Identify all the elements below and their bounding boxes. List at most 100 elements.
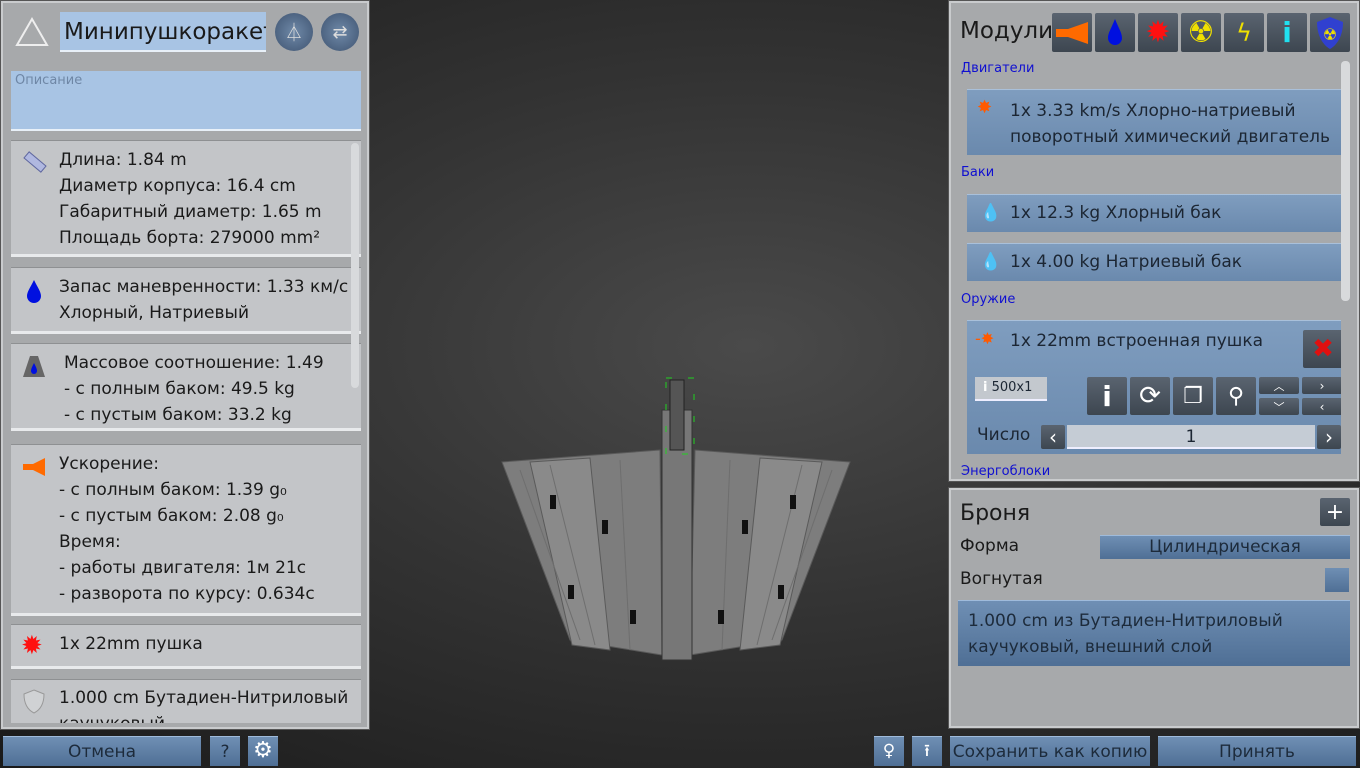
cannon-icon: -✸ [975,329,995,348]
delta-v-text: Запас маневренности: 1.33 км/с [59,277,349,297]
weapon-text: 1x 22mm пушка [59,634,203,654]
add-armor-button[interactable]: + [1320,498,1350,526]
weapon-burst-icon: ✹ [21,631,43,661]
stats-list[interactable]: Длина: 1.84 m Диаметр корпуса: 16.4 cm Г… [11,140,361,723]
modules-list[interactable]: Двигатели ✸ 1x 3.33 km/s Хлорно-натриевы… [951,58,1341,479]
tank-drop-icon [1108,18,1122,45]
swap-arrows-icon: ⇄ [332,21,348,43]
filter-info-button[interactable]: i [1267,13,1307,52]
chevron-left-icon: ‹ [1319,399,1325,414]
length-text: Длина: 1.84 m [59,150,187,170]
armor-layer-material: каучуковый, внешний слой [968,637,1213,657]
move-left-button[interactable]: ‹ [1302,398,1341,415]
svg-text:☢: ☢ [1323,25,1337,44]
radiation-icon: ☢ [1187,15,1215,50]
save-copy-button[interactable]: Сохранить как копию [950,736,1150,766]
section-tanks: Баки [961,165,995,180]
duplicate-button[interactable]: ❐ [1173,377,1213,415]
section-engines: Двигатели [961,61,1035,76]
swap-button[interactable]: ⇄ [321,13,359,51]
pin-button[interactable]: ♀ [874,736,904,766]
modules-panel: Модули ✹ ☢ ϟ i ☢ Двигатели ✸ 1x 3.33 km/… [949,1,1359,481]
add-part-button[interactable]: ⏃ [275,13,313,51]
zoom-button[interactable]: ⚲ [1216,377,1256,415]
help-button[interactable]: ? [210,736,240,766]
move-up-button[interactable]: ︿ [1259,377,1299,394]
triangle-icon[interactable] [15,17,49,47]
remove-module-button[interactable]: ✖ [1303,330,1341,368]
rotate-button[interactable]: ⟳ [1130,377,1170,415]
filter-reactors-button[interactable]: ☢ [1181,13,1221,52]
chevron-down-icon: ﹀ [1273,400,1285,414]
filter-tanks-button[interactable] [1095,13,1135,52]
upload-button[interactable]: ⭱ [912,736,942,766]
weapon-module-card[interactable]: -✸ 1x 22mm встроенная пушка ✖ i 500x1 i … [967,320,1341,454]
info-button[interactable]: i [1087,377,1127,415]
time-label: Время: [59,532,121,552]
engine-explosion-icon: ✸ [977,97,993,118]
shield-icon [23,689,45,714]
count-input[interactable]: 1 [1067,425,1315,449]
turn-time-text: - разворота по курсу: 0.634с [59,584,315,604]
count-label: Число [977,425,1031,445]
engine-name: 1x 3.33 km/s Хлорно-натриевый [1010,101,1296,121]
ammo-value: 500x1 [991,380,1033,395]
fuel-types-text: Хлорный, Натриевый [59,303,249,323]
weight-icon [23,356,45,377]
filter-weapons-button[interactable]: ✹ [1138,13,1178,52]
accept-button[interactable]: Принять [1158,736,1356,766]
hull-diameter-text: Диаметр корпуса: 16.4 cm [59,176,296,196]
full-mass-text: - с полным баком: 49.5 kg [64,379,295,399]
modules-scrollbar[interactable] [1341,61,1350,301]
stats-scrollbar[interactable] [351,143,359,388]
gear-icon: ⚙ [253,738,273,763]
settings-button[interactable]: ⚙ [248,736,278,766]
mass-box: Массовое соотношение: 1.49 - с полным ба… [11,343,361,431]
empty-mass-text: - с пустым баком: 33.2 kg [64,405,292,425]
shape-select[interactable]: Цилиндрическая [1100,535,1350,559]
ammo-icon: i [983,380,988,395]
weapon-box: ✹ 1x 22mm пушка [11,624,361,669]
description-input[interactable]: Описание [11,71,361,131]
filter-engines-button[interactable] [1052,13,1092,52]
weapon-name: 1x 22mm встроенная пушка [1010,331,1264,351]
armor-panel: Броня + Форма Цилиндрическая Вогнутая 1.… [949,488,1359,728]
armor-layer-card[interactable]: 1.000 cm из Бутадиен-Нитриловый каучуковы… [958,600,1350,666]
ship-name-input[interactable]: Минипушкоракета [60,12,266,52]
empty-accel-text: - с пустым баком: 2.08 g₀ [59,506,284,526]
chevron-right-icon: › [1325,425,1333,449]
cancel-button[interactable]: Отмена [3,736,201,766]
dimensions-box: Длина: 1.84 m Диаметр корпуса: 16.4 cm Г… [11,140,361,257]
count-increase-button[interactable]: › [1317,425,1341,449]
tank-module-card[interactable]: 💧 1x 12.3 kg Хлорный бак [967,194,1341,232]
section-power: Энергоблоки [961,464,1051,479]
concave-label: Вогнутая [960,569,1043,589]
balance-icon: ⏃ [285,23,303,44]
tank-drop-icon [27,280,41,303]
filter-power-button[interactable]: ϟ [1224,13,1264,52]
chevron-left-icon: ‹ [1049,425,1057,449]
count-decrease-button[interactable]: ‹ [1041,425,1065,449]
armor-box: 1.000 cm Бутадиен-Нитриловый каучуковый [11,679,361,723]
move-right-button[interactable]: › [1302,377,1341,394]
ammo-field[interactable]: i 500x1 [975,377,1047,401]
tank-drop-icon: 💧 [980,203,1002,223]
tank-module-card[interactable]: 💧 1x 4.00 kg Натриевый бак [967,243,1341,281]
overall-diameter-text: Габаритный диаметр: 1.65 m [59,202,322,222]
ruler-icon [23,151,47,173]
upload-arrow-icon: ⭱ [924,741,930,761]
chevron-up-icon: ︿ [1273,379,1285,393]
refresh-icon: ⟳ [1139,381,1161,411]
engine-module-card[interactable]: ✸ 1x 3.33 km/s Хлорно-натриевый поворотны… [967,89,1341,155]
plus-icon: + [1325,499,1345,525]
radiation-shield-icon: ☢ [1317,16,1343,49]
armor-text: 1.000 cm Бутадиен-Нитриловый [59,688,349,708]
mass-ratio-text: Массовое соотношение: 1.49 [64,353,324,373]
move-down-button[interactable]: ﹀ [1259,398,1299,415]
concave-checkbox[interactable] [1325,568,1349,592]
full-accel-text: - с полным баком: 1.39 g₀ [59,480,287,500]
filter-shield-button[interactable]: ☢ [1310,13,1350,52]
ship-3d-view[interactable] [490,370,870,670]
info-icon: i [1282,16,1292,49]
modules-title: Модули [960,18,1054,44]
